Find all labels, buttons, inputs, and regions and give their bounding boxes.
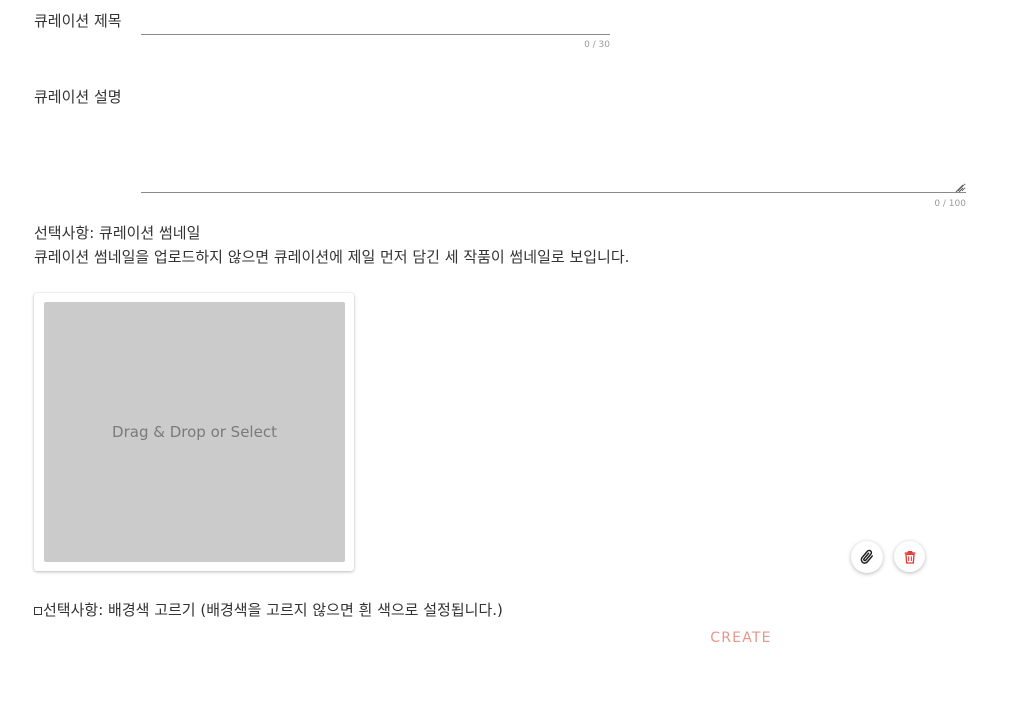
background-color-option: 선택사항: 배경색 고르기 (배경색을 고르지 않으면 흰 색으로 설정됩니다.… [34,599,503,620]
background-color-label: 선택사항: 배경색 고르기 (배경색을 고르지 않으면 흰 색으로 설정됩니다.… [43,601,503,619]
attach-file-button[interactable] [851,541,883,573]
thumbnail-upload-card: Drag & Drop or Select [34,293,354,571]
title-input[interactable] [141,12,610,35]
title-char-counter: 0 / 30 [584,40,610,50]
paperclip-icon [860,549,873,564]
description-char-counter: 0 / 100 [934,199,966,209]
curation-create-form: 큐레이션 제목 0 / 30 큐레이션 설명 0 / 100 선택사항: 큐레이… [0,0,1012,711]
thumbnail-help-text: 큐레이션 썸네일을 업로드하지 않으면 큐레이션에 제일 먼저 담긴 세 작품이… [34,248,630,266]
background-color-checkbox[interactable] [34,606,42,615]
resize-handle-icon[interactable] [954,183,964,193]
title-label: 큐레이션 제목 [34,12,122,30]
delete-thumbnail-button[interactable] [894,541,925,572]
description-textarea[interactable] [141,88,966,193]
description-label: 큐레이션 설명 [34,88,122,106]
create-button[interactable]: CREATE [700,626,782,650]
thumbnail-section-title: 선택사항: 큐레이션 썸네일 [34,224,201,242]
thumbnail-dropzone[interactable]: Drag & Drop or Select [44,302,345,562]
dropzone-text: Drag & Drop or Select [112,423,277,441]
trash-icon [904,550,915,564]
